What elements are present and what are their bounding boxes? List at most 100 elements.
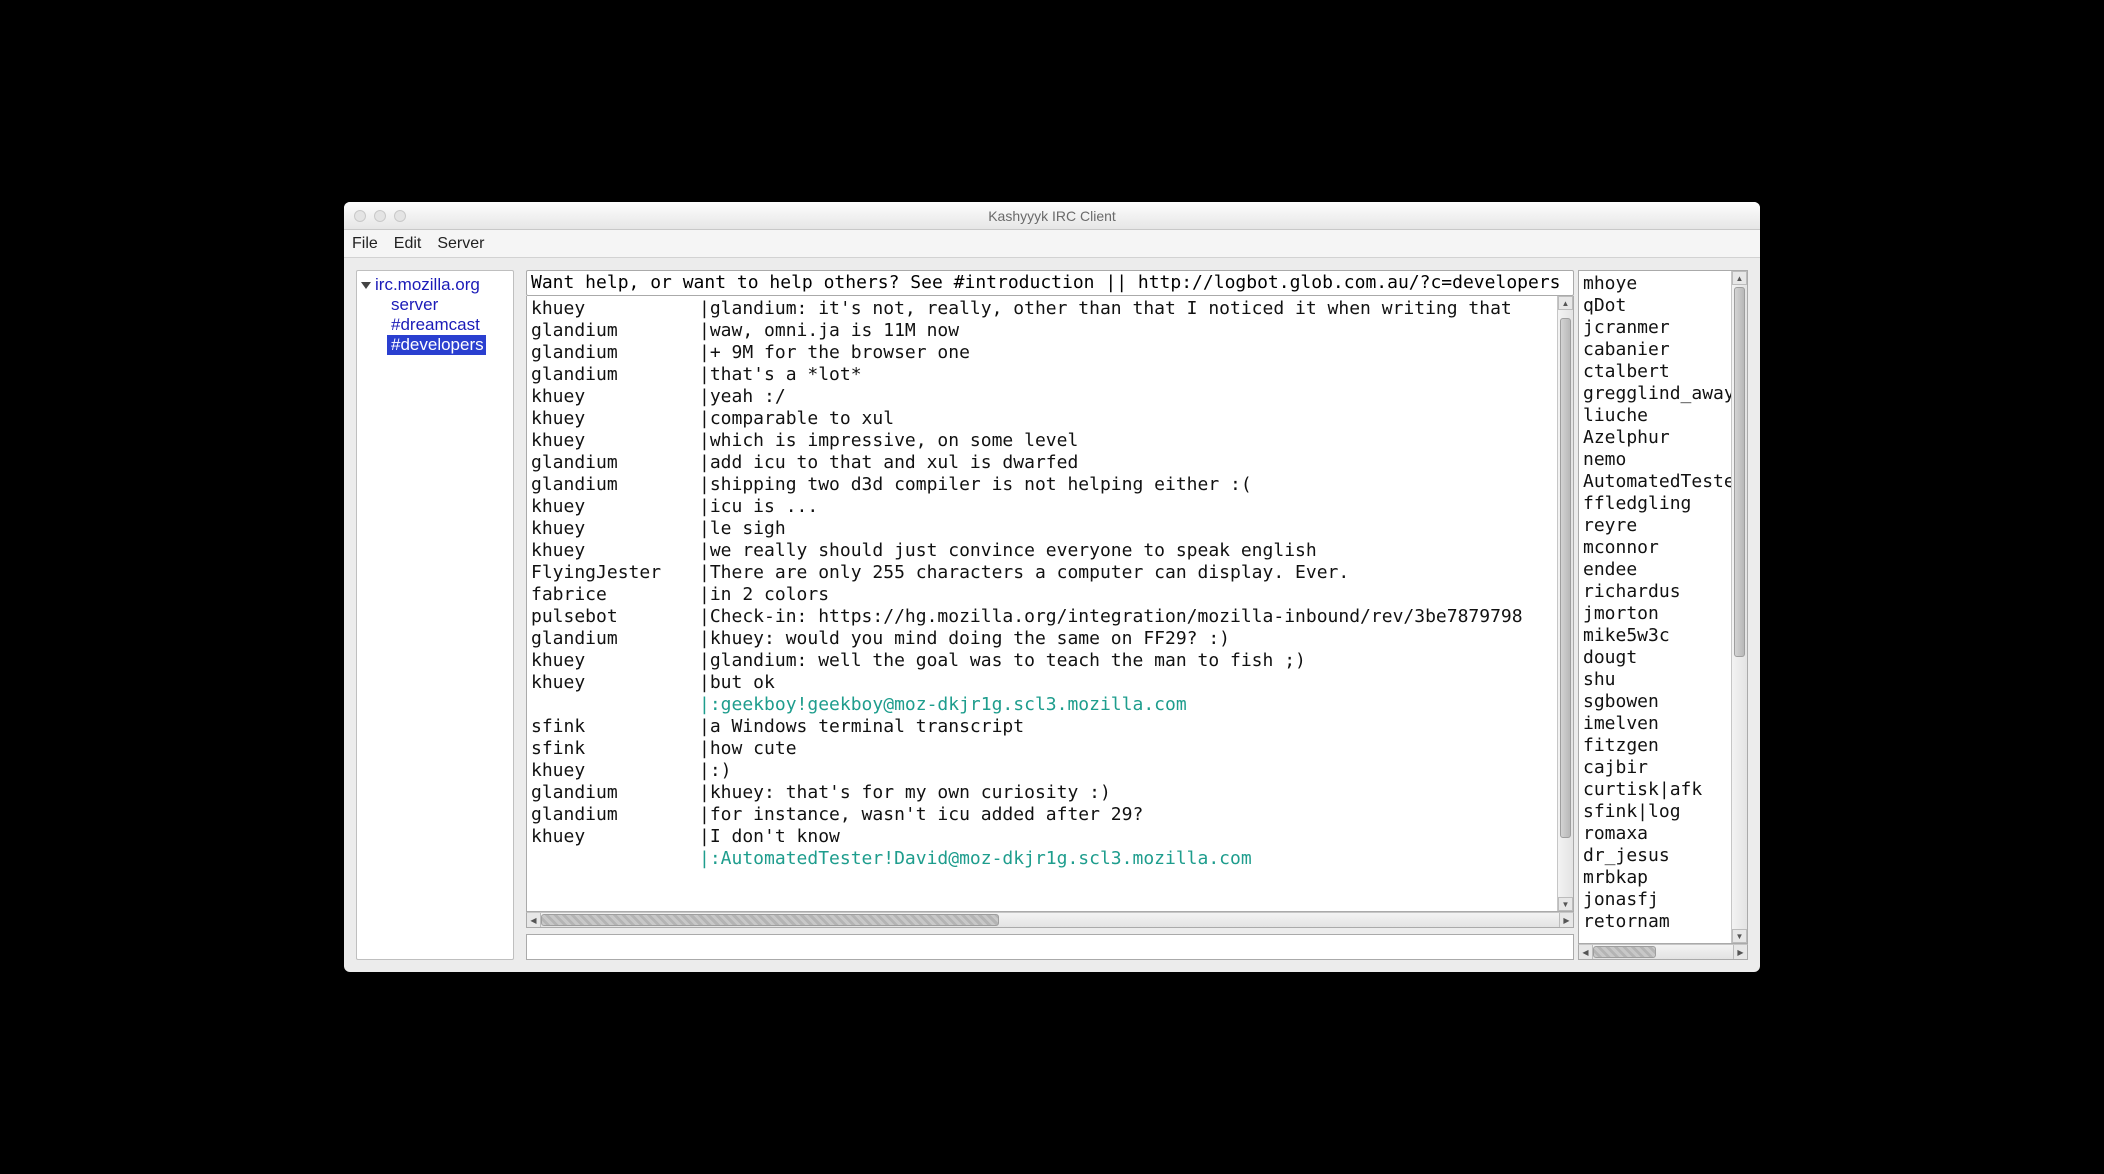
user-list-item[interactable]: richardus (1583, 581, 1727, 603)
chat-line: glandium|+ 9M for the browser one (531, 342, 1553, 364)
user-list-item[interactable]: mhoye (1583, 273, 1727, 295)
sidebar-channel[interactable]: #dreamcast (357, 315, 513, 335)
user-list-item[interactable]: reyre (1583, 515, 1727, 537)
sidebar-channel[interactable]: #developers (387, 335, 486, 355)
user-list-item[interactable]: ffledgling (1583, 493, 1727, 515)
user-list-item[interactable]: imelven (1583, 713, 1727, 735)
chat-message: |we really should just convince everyone… (699, 540, 1553, 562)
userlist-area: mhoyeqDotjcranmercabanierctalbertgreggli… (1578, 270, 1748, 944)
chat-message: |in 2 colors (699, 584, 1553, 606)
chevron-down-icon[interactable] (361, 282, 371, 289)
chat-nick: khuey (531, 386, 699, 408)
scroll-right-arrow-icon[interactable]: ▶ (1559, 913, 1573, 927)
chat-column: Want help, or want to help others? See #… (526, 270, 1574, 960)
menubar: File Edit Server (344, 230, 1760, 258)
server-label: irc.mozilla.org (375, 275, 480, 295)
minimize-icon[interactable] (374, 210, 386, 222)
userlist-column: mhoyeqDotjcranmercabanierctalbertgreggli… (1578, 270, 1748, 960)
chat-log[interactable]: khuey |glandium: it's not, really, other … (527, 296, 1557, 911)
menu-edit[interactable]: Edit (394, 235, 422, 253)
chat-line: khuey|which is impressive, on some level (531, 430, 1553, 452)
chat-message: |glandium: it's not, really, other than … (699, 298, 1553, 320)
chat-line: glandium|add icu to that and xul is dwar… (531, 452, 1553, 474)
chat-nick: pulsebot (531, 606, 699, 628)
chat-line: sfink|a Windows terminal transcript (531, 716, 1553, 738)
user-list-item[interactable]: endee (1583, 559, 1727, 581)
user-list-item[interactable]: shu (1583, 669, 1727, 691)
scroll-left-arrow-icon[interactable]: ◀ (527, 913, 541, 927)
chat-message: |:) (699, 760, 1553, 782)
chat-line: glandium|khuey: that's for my own curios… (531, 782, 1553, 804)
hscroll-track[interactable] (541, 913, 1559, 927)
chat-message: |yeah :/ (699, 386, 1553, 408)
scroll-right-arrow-icon[interactable]: ▶ (1733, 945, 1747, 959)
menu-server[interactable]: Server (437, 235, 484, 253)
chat-message: |shipping two d3d compiler is not helpin… (699, 474, 1553, 496)
scroll-thumb[interactable] (1560, 318, 1571, 838)
app-window: Kashyyyk IRC Client File Edit Server irc… (344, 202, 1760, 972)
user-list-item[interactable]: romaxa (1583, 823, 1727, 845)
userlist-horizontal-scrollbar[interactable]: ◀ ▶ (1578, 944, 1748, 960)
window-title: Kashyyyk IRC Client (344, 208, 1760, 224)
content-area: irc.mozilla.org server#dreamcast#develop… (344, 258, 1760, 972)
chat-nick: khuey (531, 650, 699, 672)
hscroll-thumb[interactable] (541, 914, 999, 926)
user-list-item[interactable]: fitzgen (1583, 735, 1727, 757)
chat-system-link[interactable]: |:geekboy!geekboy@moz-dkjr1g.scl3.mozill… (699, 694, 1553, 716)
menu-file[interactable]: File (352, 235, 378, 253)
server-node[interactable]: irc.mozilla.org (357, 275, 513, 295)
chat-nick: FlyingJester (531, 562, 699, 584)
userlist-vertical-scrollbar[interactable]: ▲ ▼ (1731, 271, 1747, 943)
user-list-item[interactable]: cabanier (1583, 339, 1727, 361)
scroll-thumb[interactable] (1734, 287, 1745, 657)
scroll-left-arrow-icon[interactable]: ◀ (1579, 945, 1593, 959)
chat-nick: khuey (531, 672, 699, 694)
user-list-item[interactable]: jonasfj (1583, 889, 1727, 911)
chat-message: |khuey: that's for my own curiosity :) (699, 782, 1553, 804)
chat-message: |a Windows terminal transcript (699, 716, 1553, 738)
user-list-item[interactable]: cajbir (1583, 757, 1727, 779)
user-list-item[interactable]: Azelphur (1583, 427, 1727, 449)
chat-system-link[interactable]: |:AutomatedTester!David@moz-dkjr1g.scl3.… (699, 848, 1553, 870)
chat-message: |There are only 255 characters a compute… (699, 562, 1553, 584)
user-list-item[interactable]: jmorton (1583, 603, 1727, 625)
chat-line: glandium|for instance, wasn't icu added … (531, 804, 1553, 826)
user-list-item[interactable]: curtisk|afk (1583, 779, 1727, 801)
user-list-item[interactable]: ctalbert (1583, 361, 1727, 383)
hscroll-track[interactable] (1593, 945, 1733, 959)
chat-vertical-scrollbar[interactable]: ▲ ▼ (1557, 296, 1573, 911)
channel-sidebar[interactable]: irc.mozilla.org server#dreamcast#develop… (356, 270, 514, 960)
user-list-item[interactable]: gregglind_away (1583, 383, 1727, 405)
chat-nick: glandium (531, 782, 699, 804)
scroll-down-arrow-icon[interactable]: ▼ (1558, 897, 1573, 911)
user-list-item[interactable]: dr_jesus (1583, 845, 1727, 867)
titlebar[interactable]: Kashyyyk IRC Client (344, 202, 1760, 230)
user-list-item[interactable]: mconnor (1583, 537, 1727, 559)
hscroll-thumb[interactable] (1593, 946, 1656, 958)
user-list-item[interactable]: nemo (1583, 449, 1727, 471)
chat-line: pulsebot|Check-in: https://hg.mozilla.or… (531, 606, 1553, 628)
user-list[interactable]: mhoyeqDotjcranmercabanierctalbertgreggli… (1579, 271, 1731, 943)
user-list-item[interactable]: sgbowen (1583, 691, 1727, 713)
chat-message: |le sigh (699, 518, 1553, 540)
user-list-item[interactable]: AutomatedTester (1583, 471, 1727, 493)
user-list-item[interactable]: mike5w3c (1583, 625, 1727, 647)
chat-line: khuey|but ok (531, 672, 1553, 694)
user-list-item[interactable]: retornam (1583, 911, 1727, 933)
scroll-up-arrow-icon[interactable]: ▲ (1732, 271, 1747, 285)
user-list-item[interactable]: liuche (1583, 405, 1727, 427)
sidebar-channel[interactable]: server (357, 295, 513, 315)
user-list-item[interactable]: sfink|log (1583, 801, 1727, 823)
user-list-item[interactable]: mrbkap (1583, 867, 1727, 889)
chat-horizontal-scrollbar[interactable]: ◀ ▶ (526, 912, 1574, 928)
user-list-item[interactable]: qDot (1583, 295, 1727, 317)
user-list-item[interactable]: jcranmer (1583, 317, 1727, 339)
chat-line: sfink|how cute (531, 738, 1553, 760)
message-input[interactable] (526, 934, 1574, 960)
zoom-icon[interactable] (394, 210, 406, 222)
scroll-up-arrow-icon[interactable]: ▲ (1558, 296, 1573, 310)
close-icon[interactable] (354, 210, 366, 222)
scroll-down-arrow-icon[interactable]: ▼ (1732, 929, 1747, 943)
user-list-item[interactable]: dougt (1583, 647, 1727, 669)
topic-bar[interactable]: Want help, or want to help others? See #… (526, 270, 1574, 296)
